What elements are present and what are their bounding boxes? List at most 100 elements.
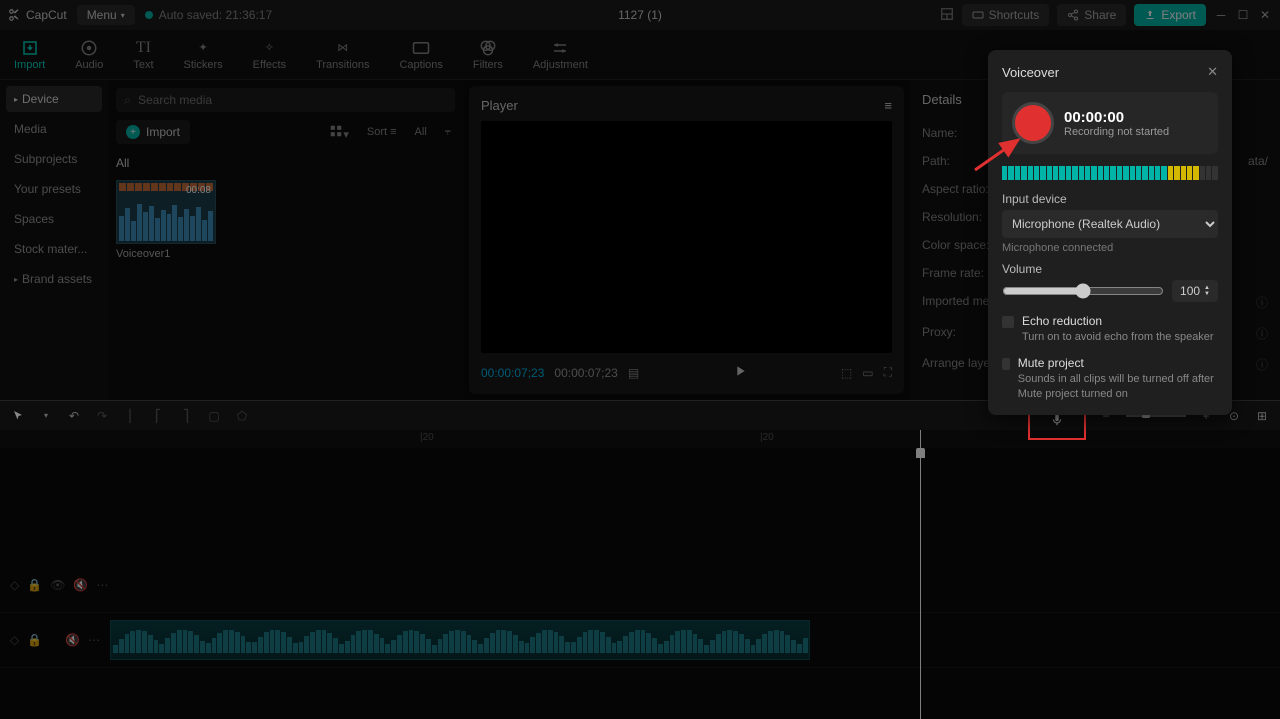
tab-audio[interactable]: Audio	[69, 35, 109, 75]
track-visibility-icon[interactable]: 👁	[50, 578, 65, 592]
view-grid-button[interactable]: ▾	[325, 122, 353, 143]
player-time-current: 00:00:07;23	[481, 366, 544, 380]
tab-text[interactable]: TIText	[127, 35, 159, 75]
voiceover-modal: Voiceover ✕ 00:00:00 Recording not start…	[988, 50, 1232, 415]
pointer-dropdown[interactable]: ▾	[38, 408, 54, 424]
effects-icon: ✧	[260, 39, 278, 57]
mute-project-checkbox[interactable]	[1002, 358, 1010, 370]
clip-duration: 00:08	[186, 185, 211, 196]
split-button[interactable]: ⎮	[122, 408, 138, 424]
tab-import[interactable]: Import	[8, 35, 51, 75]
info-icon[interactable]: ⓘ	[1256, 356, 1268, 373]
redo-button[interactable]: ↷	[94, 408, 110, 424]
search-input[interactable]	[116, 88, 455, 112]
app-logo: CapCut	[8, 8, 67, 22]
stickers-icon: ✦	[194, 39, 212, 57]
filter-all-button[interactable]: All	[411, 124, 431, 140]
undo-button[interactable]: ↶	[66, 408, 82, 424]
import-icon	[21, 39, 39, 57]
volume-slider[interactable]	[1002, 283, 1164, 299]
sidebar-item-stock[interactable]: Stock mater...	[6, 236, 102, 262]
playhead[interactable]	[920, 430, 921, 719]
marker-button[interactable]: ⬠	[234, 408, 250, 424]
modal-title: Voiceover	[1002, 65, 1059, 80]
chevron-right-icon: ▸	[14, 95, 18, 104]
captions-icon	[412, 39, 430, 57]
video-track[interactable]: ◇ 🔒 👁 🔇 ⋯	[0, 558, 1280, 613]
input-device-select[interactable]: Microphone (Realtek Audio)	[1002, 210, 1218, 238]
clip-name: Voiceover1	[116, 248, 455, 260]
sidebar-item-device[interactable]: ▸Device	[6, 86, 102, 112]
volume-value-box[interactable]: 100 ▲▼	[1172, 280, 1218, 302]
tab-filters[interactable]: Filters	[467, 35, 509, 75]
media-tab-all[interactable]: All	[116, 152, 455, 174]
echo-reduction-checkbox[interactable]	[1002, 316, 1014, 328]
sidebar-item-presets[interactable]: Your presets	[6, 176, 102, 202]
transitions-icon: ⋈	[334, 39, 352, 57]
tab-stickers[interactable]: ✦Stickers	[178, 35, 229, 75]
input-device-label: Input device	[1002, 192, 1218, 206]
player-canvas[interactable]	[481, 121, 892, 353]
tab-transitions[interactable]: ⋈Transitions	[310, 35, 375, 75]
close-modal-button[interactable]: ✕	[1207, 64, 1218, 80]
timeline-settings-button[interactable]: ⊞	[1254, 408, 1270, 424]
play-button[interactable]	[732, 363, 748, 382]
stepper-icon[interactable]: ▲▼	[1204, 285, 1210, 297]
info-icon[interactable]: ⓘ	[1256, 325, 1268, 342]
track-more-icon[interactable]: ⋯	[88, 633, 100, 647]
player-menu-icon[interactable]: ≡	[884, 98, 892, 113]
share-button[interactable]: Share	[1057, 4, 1126, 26]
pointer-tool[interactable]	[10, 408, 26, 424]
ratio-icon[interactable]: ▭	[862, 366, 873, 380]
media-clip-thumbnail[interactable]: 00:08	[116, 180, 216, 244]
track-toggle-icon[interactable]: ◇	[10, 633, 19, 647]
track-more-icon[interactable]: ⋯	[96, 578, 108, 592]
volume-label: Volume	[1002, 262, 1218, 276]
player-list-icon[interactable]: ▤	[628, 366, 639, 380]
minimize-button[interactable]: ─	[1214, 8, 1228, 22]
track-lock-icon[interactable]: 🔒	[27, 578, 42, 592]
timeline-ruler[interactable]: |20 |20	[0, 430, 1280, 448]
audio-clip[interactable]	[110, 620, 810, 660]
media-sidebar: ▸Device Media Subprojects Your presets S…	[0, 80, 108, 400]
audio-level-meter	[1002, 166, 1218, 180]
text-icon: TI	[134, 39, 152, 57]
record-status: Recording not started	[1064, 126, 1169, 138]
trim-left-button[interactable]: ⎡	[150, 408, 166, 424]
close-window-button[interactable]: ✕	[1258, 8, 1272, 22]
sidebar-item-subprojects[interactable]: Subprojects	[6, 146, 102, 172]
import-media-button[interactable]: + Import	[116, 120, 190, 144]
shortcuts-button[interactable]: Shortcuts	[962, 4, 1050, 26]
info-icon[interactable]: ⓘ	[1256, 294, 1268, 311]
details-path-value: ata/	[1248, 154, 1268, 168]
sidebar-item-spaces[interactable]: Spaces	[6, 206, 102, 232]
tab-effects[interactable]: ✧Effects	[247, 35, 292, 75]
sort-button[interactable]: Sort ≡	[363, 124, 401, 140]
mute-project-label: Mute project	[1018, 356, 1218, 370]
audio-icon	[80, 39, 98, 57]
tab-captions[interactable]: Captions	[393, 35, 448, 75]
fullscreen-icon[interactable]: ⛶	[884, 365, 892, 380]
layout-icon[interactable]	[940, 7, 954, 24]
track-mute-icon[interactable]: 🔇	[73, 578, 88, 592]
filter-icon-button[interactable]: ⫧	[441, 124, 455, 141]
audio-track[interactable]: ◇ 🔒 🔇 ⋯	[0, 613, 1280, 668]
record-timer: 00:00:00	[1064, 109, 1169, 126]
sidebar-item-brand[interactable]: ▸Brand assets	[6, 266, 102, 292]
trim-right-button[interactable]: ⎤	[178, 408, 194, 424]
maximize-button[interactable]: ☐	[1236, 8, 1250, 22]
tab-adjustment[interactable]: Adjustment	[527, 35, 594, 75]
record-button[interactable]	[1012, 102, 1054, 144]
track-toggle-icon[interactable]: ◇	[10, 578, 19, 592]
crop-icon[interactable]: ⬚	[841, 366, 852, 380]
delete-button[interactable]: ▢	[206, 408, 222, 424]
player-title: Player	[481, 98, 518, 113]
track-lock-icon[interactable]: 🔒	[27, 633, 42, 647]
filters-icon	[479, 39, 497, 57]
media-panel: ⌕ + Import ▾ Sort ≡ All ⫧ All 00:08 Voic…	[108, 80, 463, 400]
track-mute-icon[interactable]: 🔇	[65, 633, 80, 647]
export-button[interactable]: Export	[1134, 4, 1206, 26]
timeline[interactable]: |20 |20 ◇ 🔒 👁 🔇 ⋯ ◇ 🔒 🔇 ⋯	[0, 430, 1280, 719]
sidebar-item-media[interactable]: Media	[6, 116, 102, 142]
menu-button[interactable]: Menu ▾	[77, 5, 135, 25]
